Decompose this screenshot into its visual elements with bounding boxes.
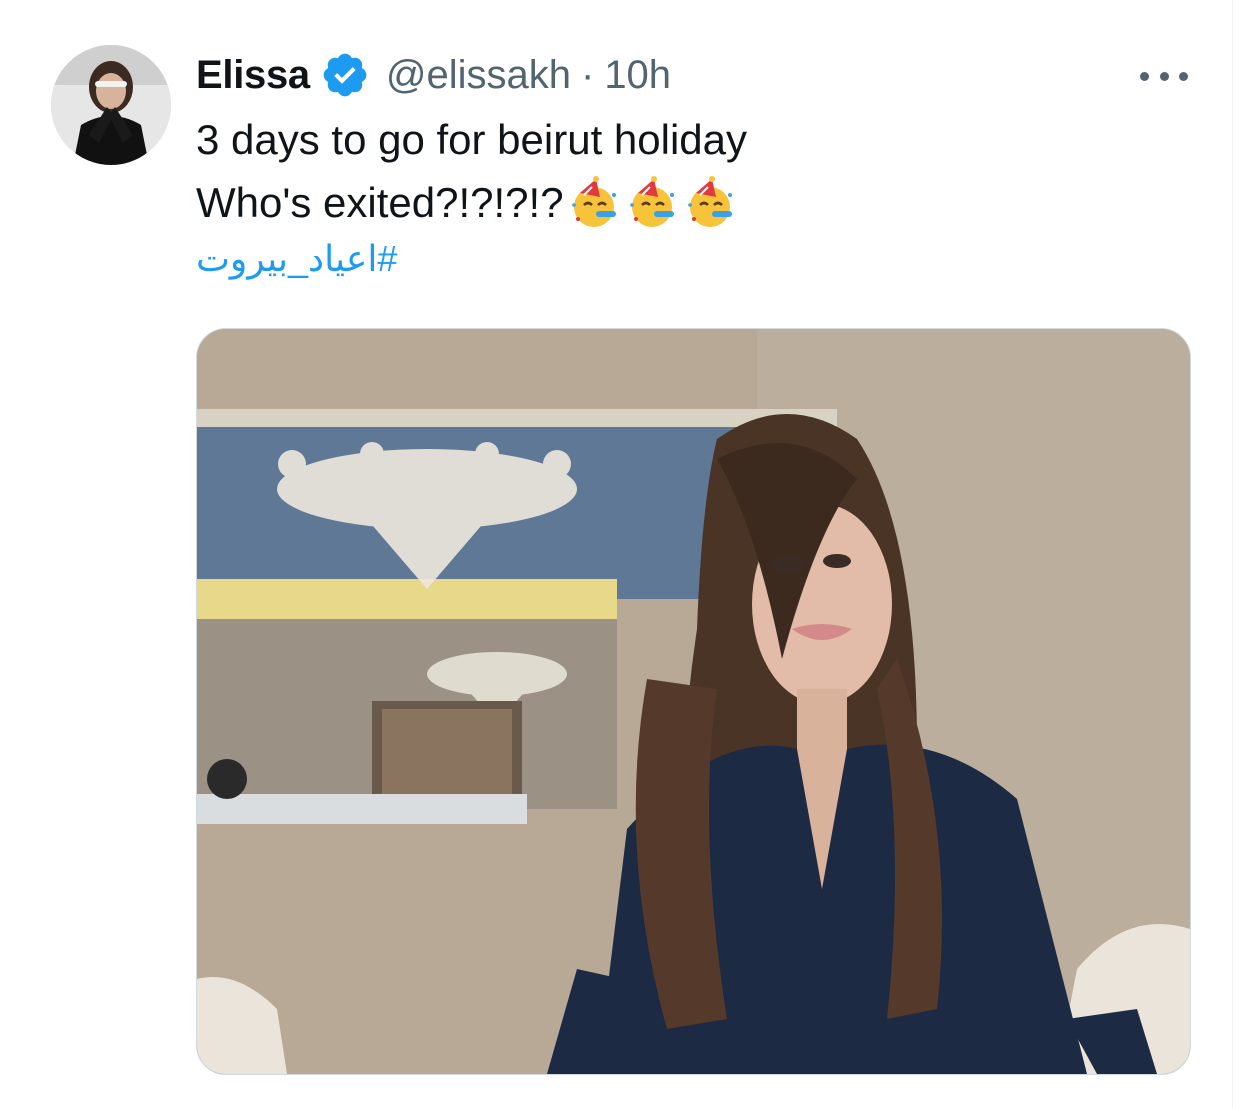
tweet-card[interactable]: Elissa @elissakh · 10h 3 days to go for … [0,0,1243,1109]
divider [1232,0,1243,1109]
partying-face-emoji-icon [566,175,622,231]
timestamp[interactable]: 10h [604,53,671,98]
separator-dot: · [580,52,595,97]
tweet-header: Elissa @elissakh · 10h [196,50,671,100]
partying-face-emoji-icon [682,175,738,231]
hashtag-link[interactable]: #اعياد_بيروت [196,238,397,280]
tweet-text-line-2: Who's exited?!?!?!? [196,175,738,231]
verified-badge-icon [320,50,370,100]
partying-face-emoji-icon [624,175,680,231]
display-name[interactable]: Elissa [196,53,310,98]
avatar[interactable] [51,45,171,165]
tweet-text-line-1: 3 days to go for beirut holiday [196,116,748,163]
user-handle[interactable]: @elissakh [386,53,571,98]
tweet-photo[interactable] [196,328,1191,1075]
more-options-icon[interactable] [1140,66,1188,86]
tweet-text-line-2-text: Who's exited?!?!?!? [196,178,564,226]
